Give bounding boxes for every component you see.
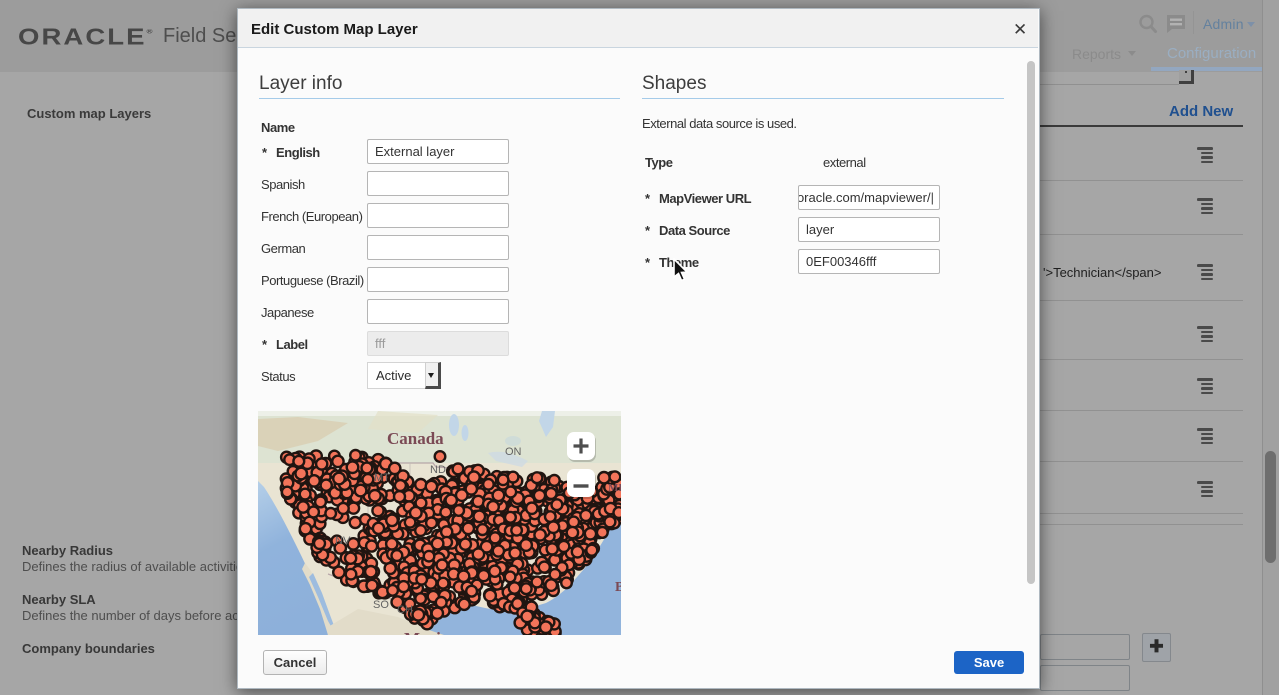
svg-text:Canada: Canada xyxy=(387,429,444,448)
svg-text:SO: SO xyxy=(373,599,389,611)
svg-text:NV: NV xyxy=(335,535,351,547)
svg-text:B: B xyxy=(615,580,621,595)
svg-text:MT: MT xyxy=(374,472,390,484)
svg-text:ME: ME xyxy=(608,482,621,494)
svg-text:ON: ON xyxy=(505,446,522,458)
svg-text:ND: ND xyxy=(430,464,446,476)
svg-text:CH: CH xyxy=(397,604,413,616)
svg-text:Mexico: Mexico xyxy=(404,629,457,635)
